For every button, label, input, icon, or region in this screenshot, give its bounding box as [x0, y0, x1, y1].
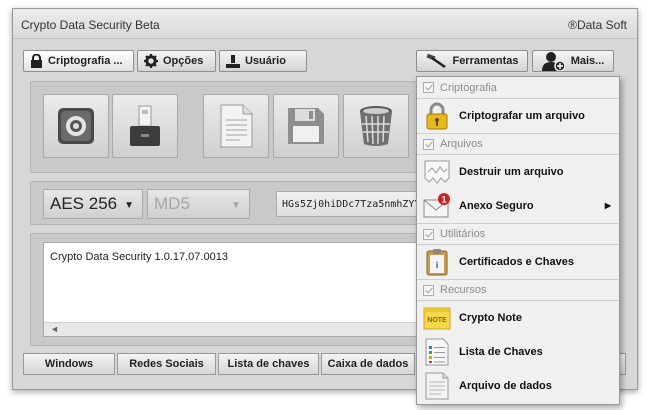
bottom-tab-windows[interactable]: Windows — [23, 353, 115, 375]
menu-item-certificados[interactable]: i Certificados e Chaves — [417, 245, 619, 279]
output-textarea[interactable]: Crypto Data Security 1.0.17.07.0013 ◄ — [43, 242, 449, 337]
tab-ferramentas[interactable]: Ferramentas — [416, 50, 528, 72]
chevron-down-icon: ▼ — [231, 200, 241, 211]
menu-section-label: Arquivos — [440, 138, 483, 150]
toolbar-save-button[interactable] — [273, 94, 339, 158]
menu-item-arquivo-de-dados[interactable]: Arquivo de dados — [417, 369, 619, 403]
list-icon — [425, 338, 449, 366]
checkbox-icon — [423, 284, 434, 296]
menu-item-criptografar[interactable]: Criptografar um arquivo — [417, 99, 619, 133]
window-title: Crypto Data Security Beta — [21, 18, 160, 32]
output-text: Crypto Data Security 1.0.17.07.0013 — [50, 251, 228, 263]
hash-value: MD5 — [154, 194, 190, 213]
algorithm-value: AES 256 — [50, 194, 118, 213]
settings-panel: AES 256 ▼ MD5 ▼ HGs5Zj0hiDDc7Tza5nmhZYYd… — [30, 181, 451, 225]
checkbox-icon — [423, 138, 434, 150]
checkbox-icon — [423, 82, 434, 93]
menu-section-label: Utilitários — [440, 228, 486, 240]
ferramentas-menu: Criptografia Criptografar um arquivo Arq… — [416, 76, 620, 405]
toolbar-usb-button[interactable] — [112, 94, 178, 158]
lock-icon — [31, 54, 42, 68]
checkbox-icon — [423, 228, 434, 240]
bottom-tab-windows-label: Windows — [44, 358, 94, 370]
key-value: HGs5Zj0hiDDc7Tza5nmhZYYdt — [282, 198, 433, 210]
scroll-left-icon[interactable]: ◄ — [50, 324, 59, 334]
menu-item-lista-de-chaves[interactable]: Lista de Chaves — [417, 335, 619, 369]
safe-icon — [58, 108, 94, 144]
menu-section-label: Criptografia — [440, 81, 497, 94]
toolbar-panel — [30, 81, 450, 173]
menu-item-anexo-seguro[interactable]: 1 Anexo Seguro ▶ — [417, 189, 619, 223]
menu-item-label: Certificados e Chaves — [459, 256, 574, 268]
tab-mais[interactable]: Mais... — [532, 50, 614, 72]
tab-opcoes[interactable]: Opções — [137, 50, 216, 72]
bottom-tab-caixa-de-dados[interactable]: Caixa de dados — [321, 353, 415, 375]
menu-section-arquivos: Arquivos — [417, 133, 619, 155]
menu-item-label: Crypto Note — [459, 312, 522, 324]
menu-section-recursos: Recursos — [417, 279, 619, 301]
tab-criptografia-label: Criptografia ... — [48, 55, 123, 67]
user-icon — [226, 54, 240, 68]
bottom-tab-caixa-de-dados-label: Caixa de dados — [327, 358, 409, 370]
data-file-icon — [425, 372, 449, 400]
mail-badge-count: 1 — [441, 195, 446, 205]
tab-opcoes-label: Opções — [163, 55, 204, 67]
tab-usuario-label: Usuário — [245, 55, 286, 67]
document-icon — [220, 104, 253, 148]
bottom-tab-redes-sociais[interactable]: Redes Sociais — [117, 353, 216, 375]
menu-item-destruir[interactable]: Destruir um arquivo — [417, 155, 619, 189]
gear-icon — [144, 54, 158, 68]
menu-item-label: Anexo Seguro — [459, 200, 534, 212]
algorithm-select[interactable]: AES 256 ▼ — [43, 189, 143, 219]
output-panel: Crypto Data Security 1.0.17.07.0013 ◄ — [30, 233, 450, 346]
trash-icon — [360, 106, 392, 146]
menu-item-label: Destruir um arquivo — [459, 166, 564, 178]
menu-item-crypto-note[interactable]: NOTE Crypto Note — [417, 301, 619, 335]
toolbar-document-button[interactable] — [203, 94, 269, 158]
tab-criptografia[interactable]: Criptografia ... — [23, 50, 134, 72]
toolbar-safe-button[interactable] — [43, 94, 109, 158]
usb-drive-icon — [130, 105, 160, 146]
menu-section-utilitarios: Utilitários — [417, 223, 619, 245]
shredded-file-icon — [424, 160, 450, 184]
menu-item-label: Arquivo de dados — [459, 380, 552, 392]
bottom-tab-lista-de-chaves-label: Lista de chaves — [227, 358, 310, 370]
toolbar-trash-button[interactable] — [343, 94, 409, 158]
tab-usuario[interactable]: Usuário — [219, 50, 307, 72]
brand-label: ®Data Soft — [568, 18, 627, 32]
tab-ferramentas-label: Ferramentas — [452, 55, 519, 67]
floppy-disk-icon — [288, 108, 324, 144]
padlock-icon — [426, 102, 448, 130]
chevron-down-icon: ▼ — [124, 200, 134, 211]
bottom-tab-redes-sociais-label: Redes Sociais — [129, 358, 204, 370]
menu-section-criptografia: Criptografia — [417, 77, 619, 99]
sticky-note-icon: NOTE — [423, 307, 451, 330]
clipboard-icon: i — [426, 249, 448, 276]
sticky-note-text: NOTE — [427, 317, 447, 324]
horizontal-scrollbar[interactable]: ◄ — [44, 322, 448, 336]
bottom-tab-lista-de-chaves[interactable]: Lista de chaves — [218, 353, 319, 375]
title-bar: Crypto Data Security Beta ®Data Soft — [13, 9, 637, 39]
submenu-arrow-icon: ▶ — [604, 201, 611, 210]
menu-section-label: Recursos — [440, 284, 487, 296]
hash-select: MD5 ▼ — [147, 189, 250, 219]
mail-icon: 1 — [423, 193, 450, 218]
user-add-icon — [541, 52, 566, 71]
menu-item-label: Criptografar um arquivo — [459, 110, 585, 122]
tab-mais-label: Mais... — [570, 55, 605, 67]
menu-item-label: Lista de Chaves — [459, 346, 543, 358]
hammer-icon — [427, 54, 447, 68]
